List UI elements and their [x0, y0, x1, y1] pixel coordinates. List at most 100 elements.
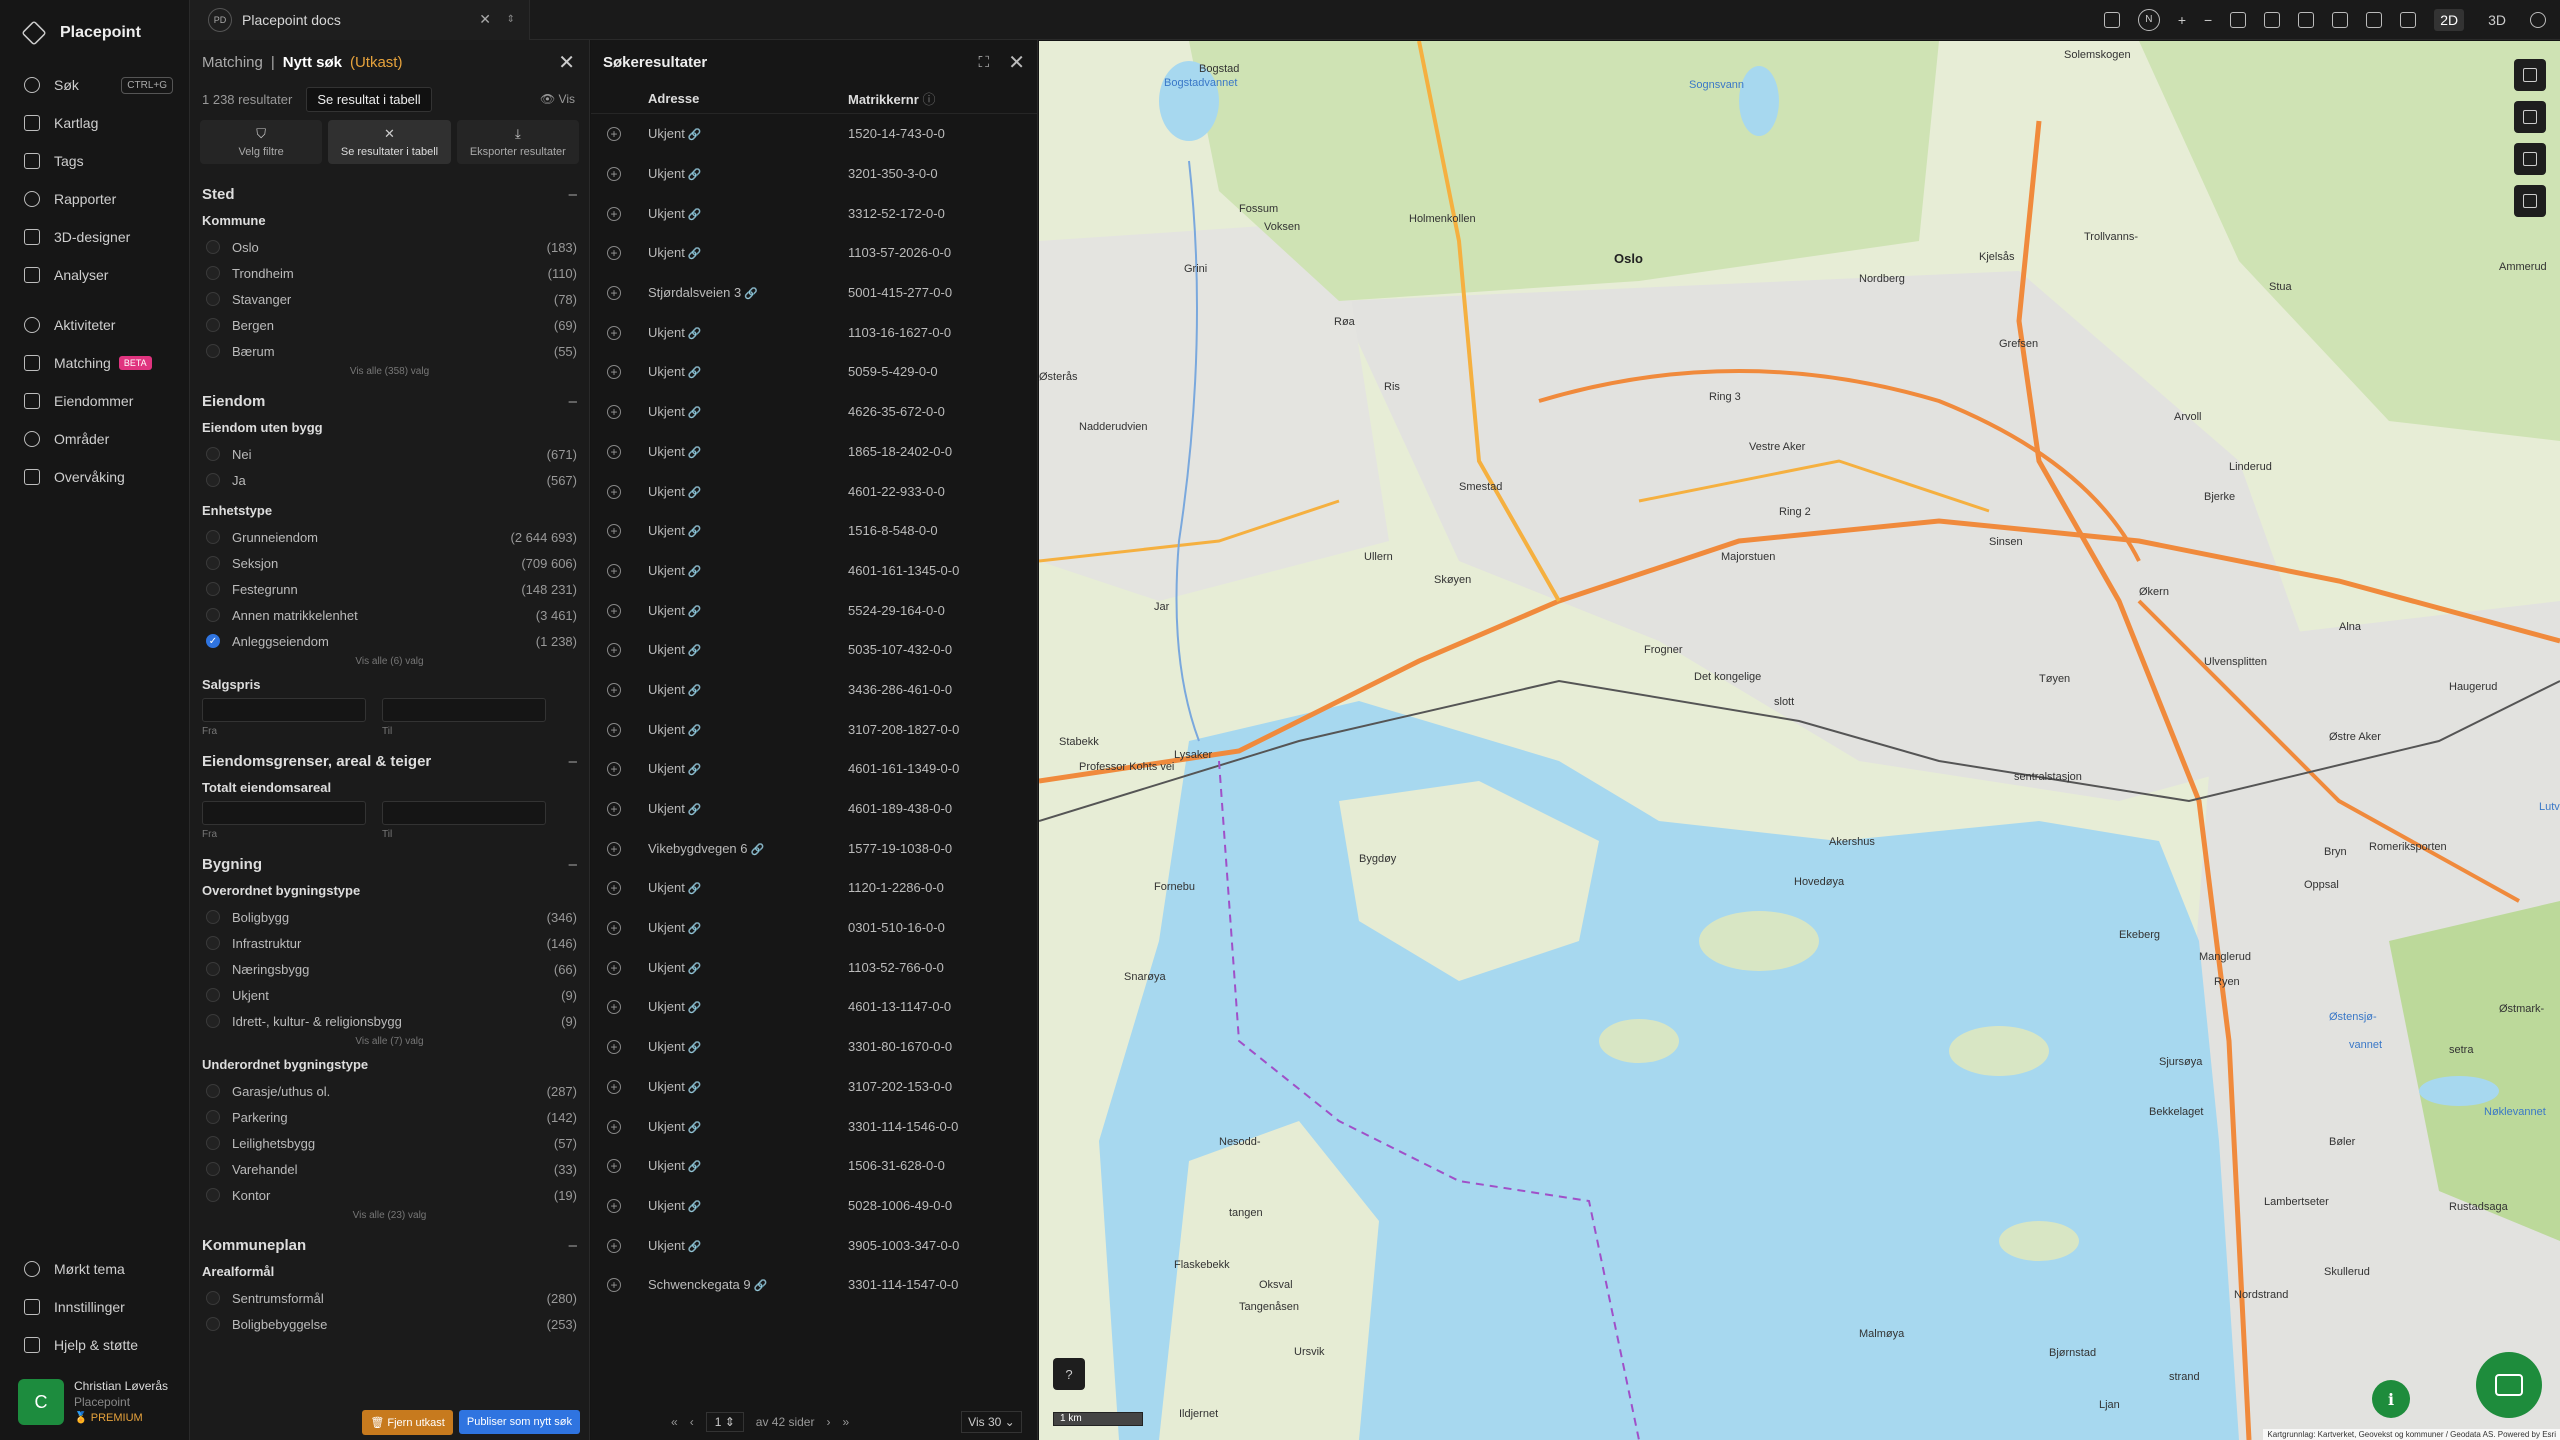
- next-page-icon[interactable]: ›: [826, 1415, 830, 1429]
- address-cell[interactable]: Ukjent 🔗: [648, 563, 848, 578]
- address-cell[interactable]: Ukjent 🔗: [648, 484, 848, 499]
- checkbox[interactable]: [206, 530, 220, 544]
- add-to-list-button[interactable]: +: [591, 444, 648, 459]
- checkbox[interactable]: [206, 1317, 220, 1331]
- filter-option[interactable]: Boligbebyggelse (253): [202, 1311, 577, 1337]
- address-cell[interactable]: Ukjent 🔗: [648, 1119, 848, 1134]
- nav-item-tags[interactable]: Tags: [0, 142, 189, 180]
- range-fra-input[interactable]: [202, 698, 366, 722]
- filter-option[interactable]: Annen matrikkelenhet (3 461): [202, 602, 577, 628]
- filter-option[interactable]: ✓ Anleggseiendom (1 238): [202, 628, 577, 654]
- per-page-select[interactable]: Vis 30 ⌄: [961, 1411, 1022, 1433]
- address-cell[interactable]: Ukjent 🔗: [648, 642, 848, 657]
- filter-option[interactable]: Garasje/uthus ol. (287): [202, 1078, 577, 1104]
- checkbox[interactable]: [206, 556, 220, 570]
- nav-item-hjelp-støtte[interactable]: Hjelp & støtte: [0, 1326, 190, 1364]
- link-icon[interactable]: 🔗: [688, 606, 702, 618]
- address-cell[interactable]: Ukjent 🔗: [648, 126, 848, 141]
- close-tab-icon[interactable]: ✕: [479, 11, 491, 28]
- filter-option[interactable]: Kontor (19): [202, 1182, 577, 1208]
- add-to-list-button[interactable]: +: [591, 880, 648, 896]
- link-icon[interactable]: 🔗: [688, 963, 702, 975]
- link-icon[interactable]: 🔗: [754, 1280, 768, 1292]
- add-to-list-button[interactable]: +: [591, 206, 648, 221]
- address-cell[interactable]: Ukjent 🔗: [648, 166, 848, 181]
- checkbox[interactable]: [206, 1136, 220, 1150]
- link-icon[interactable]: 🔗: [688, 645, 702, 657]
- nav-item-aktiviteter[interactable]: Aktiviteter: [0, 306, 189, 344]
- zoom-in-button[interactable]: +: [2178, 12, 2186, 28]
- section-header[interactable]: Eiendom –: [202, 393, 577, 410]
- table-row[interactable]: + Ukjent 🔗 3905-1003-347-0-0: [591, 1225, 1037, 1265]
- address-cell[interactable]: Stjørdalsveien 3 🔗: [648, 285, 848, 300]
- map-help-button[interactable]: ?: [1053, 1358, 1085, 1390]
- link-icon[interactable]: 🔗: [688, 1082, 702, 1094]
- link-icon[interactable]: 🔗: [688, 209, 702, 221]
- table-row[interactable]: + Ukjent 🔗 3301-114-1546-0-0: [591, 1106, 1037, 1146]
- last-page-icon[interactable]: »: [842, 1415, 849, 1429]
- address-cell[interactable]: Ukjent 🔗: [648, 245, 848, 260]
- add-to-list-button[interactable]: +: [591, 325, 648, 340]
- checkbox[interactable]: [206, 344, 220, 358]
- choose-filters-button[interactable]: ⛉ Velg filtre: [200, 120, 323, 164]
- publish-search-button[interactable]: Publiser som nytt søk: [458, 1410, 580, 1434]
- address-cell[interactable]: Ukjent 🔗: [648, 761, 848, 776]
- tab-placepoint-docs[interactable]: PD Placepoint docs ✕ ⇕: [190, 0, 530, 40]
- filter-option[interactable]: Sentrumsformål (280): [202, 1285, 577, 1311]
- mode-2d-button[interactable]: 2D: [2434, 8, 2465, 31]
- link-icon[interactable]: 🔗: [744, 288, 758, 300]
- checkbox[interactable]: [206, 473, 220, 487]
- collapse-icon[interactable]: –: [569, 393, 577, 410]
- bookmark-icon[interactable]: [2400, 11, 2417, 28]
- add-to-list-button[interactable]: +: [591, 722, 648, 737]
- link-icon[interactable]: 🔗: [688, 883, 702, 895]
- show-all-link[interactable]: Vis alle (6) valg: [202, 656, 577, 667]
- collapse-icon[interactable]: –: [569, 1237, 577, 1254]
- add-to-list-button[interactable]: +: [591, 1238, 648, 1253]
- remove-draft-button[interactable]: 🗑 Fjern utkast: [362, 1409, 453, 1435]
- add-to-list-button[interactable]: +: [591, 523, 648, 539]
- section-header[interactable]: Bygning –: [202, 856, 577, 873]
- add-to-list-button[interactable]: +: [591, 484, 648, 499]
- checkbox[interactable]: [206, 292, 220, 306]
- link-icon[interactable]: 🔗: [688, 764, 702, 776]
- address-cell[interactable]: Ukjent 🔗: [648, 206, 848, 221]
- table-row[interactable]: + Ukjent 🔗 1103-57-2026-0-0: [591, 233, 1037, 273]
- add-to-list-button[interactable]: +: [591, 404, 648, 420]
- table-row[interactable]: + Ukjent 🔗 1520-14-743-0-0: [591, 114, 1037, 154]
- show-all-link[interactable]: Vis alle (23) valg: [202, 1210, 577, 1221]
- brand[interactable]: Placepoint: [0, 0, 189, 66]
- filter-option[interactable]: Boligbygg (346): [202, 904, 577, 930]
- table-row[interactable]: + Ukjent 🔗 3107-202-153-0-0: [591, 1067, 1037, 1107]
- link-icon[interactable]: 🔗: [688, 407, 702, 419]
- address-cell[interactable]: Ukjent 🔗: [648, 920, 848, 935]
- table-row[interactable]: + Ukjent 🔗 1120-1-2286-0-0: [591, 868, 1037, 908]
- expand-icon[interactable]: ⛶: [978, 54, 989, 71]
- link-icon[interactable]: 🔗: [688, 129, 702, 141]
- table-row[interactable]: + Ukjent 🔗 3301-80-1670-0-0: [591, 1027, 1037, 1067]
- checkbox[interactable]: [206, 1014, 220, 1028]
- nav-item-områder[interactable]: Områder: [0, 420, 189, 458]
- nav-item-eiendommer[interactable]: Eiendommer: [0, 382, 189, 420]
- info-circle-icon[interactable]: [2530, 11, 2546, 28]
- checkbox[interactable]: [206, 266, 220, 280]
- add-to-list-button[interactable]: +: [591, 166, 648, 182]
- filter-option[interactable]: Idrett-, kultur- & religionsbygg (9): [202, 1008, 577, 1034]
- filter-option[interactable]: Ja (567): [202, 467, 577, 493]
- close-results-icon[interactable]: ✕: [1008, 50, 1025, 75]
- address-cell[interactable]: Ukjent 🔗: [648, 1238, 848, 1253]
- link-icon[interactable]: 🔗: [751, 844, 765, 856]
- checkbox[interactable]: [206, 988, 220, 1002]
- address-cell[interactable]: Ukjent 🔗: [648, 444, 848, 459]
- page-input[interactable]: 1 ⇕: [705, 1412, 744, 1432]
- checkbox[interactable]: [206, 910, 220, 924]
- table-row[interactable]: + Ukjent 🔗 3312-52-172-0-0: [591, 193, 1037, 233]
- filter-option[interactable]: Oslo (183): [202, 234, 577, 260]
- show-all-link[interactable]: Vis alle (358) valg: [202, 366, 577, 377]
- link-icon[interactable]: 🔗: [688, 169, 702, 181]
- table-row[interactable]: + Ukjent 🔗 4601-22-933-0-0: [591, 471, 1037, 511]
- link-icon[interactable]: 🔗: [688, 447, 702, 459]
- add-to-list-button[interactable]: +: [591, 245, 648, 261]
- nav-item-innstillinger[interactable]: Innstillinger: [0, 1288, 190, 1326]
- print-icon[interactable]: [2230, 11, 2247, 28]
